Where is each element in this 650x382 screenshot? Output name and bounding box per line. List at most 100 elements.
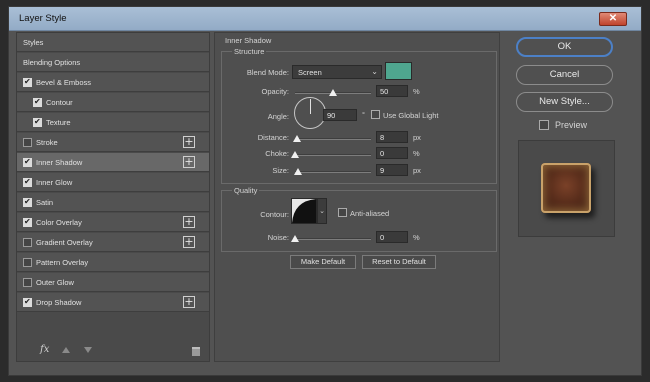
add-effect-plus-icon[interactable]: + bbox=[183, 136, 195, 148]
contour-picker[interactable] bbox=[291, 198, 317, 224]
distance-label: Distance: bbox=[257, 133, 289, 142]
size-slider-track[interactable] bbox=[295, 171, 371, 173]
sidebar-item-inner-shadow[interactable]: Inner Shadow + bbox=[17, 153, 209, 172]
blend-mode-value: Screen bbox=[298, 68, 322, 77]
close-button[interactable]: ✕ bbox=[599, 12, 627, 26]
shadow-color-swatch[interactable] bbox=[385, 62, 412, 80]
add-effect-plus-icon[interactable]: + bbox=[183, 216, 195, 228]
cancel-button[interactable]: Cancel bbox=[516, 65, 613, 85]
reset-to-default-button[interactable]: Reset to Default bbox=[362, 255, 436, 269]
sidebar-item-contour[interactable]: Contour bbox=[17, 93, 209, 112]
blend-mode-select[interactable]: Screen ⌄ bbox=[292, 65, 382, 79]
choke-input[interactable]: 0 bbox=[376, 147, 408, 159]
chevron-down-icon: ⌄ bbox=[371, 67, 378, 76]
choke-label: Choke: bbox=[265, 149, 289, 158]
sidebar-item-label: Contour bbox=[46, 98, 73, 107]
noise-label: Noise: bbox=[267, 233, 289, 242]
add-effect-plus-icon[interactable]: + bbox=[183, 156, 195, 168]
size-input[interactable]: 9 bbox=[376, 164, 408, 176]
sidebar-item-inner-glow[interactable]: Inner Glow bbox=[17, 173, 209, 192]
sidebar-item-checkbox[interactable] bbox=[23, 278, 32, 287]
sidebar-item-checkbox[interactable] bbox=[23, 197, 32, 207]
fx-icon[interactable]: fx bbox=[40, 344, 49, 355]
sidebar-item-checkbox[interactable] bbox=[23, 177, 32, 187]
sidebar-item-label: Drop Shadow bbox=[36, 298, 82, 307]
sidebar-item-checkbox[interactable] bbox=[33, 97, 42, 107]
sidebar-item-label: Inner Shadow bbox=[36, 158, 83, 167]
angle-label: Angle: bbox=[267, 112, 289, 121]
preview-label[interactable]: Preview bbox=[555, 120, 587, 130]
sidebar-item-stroke[interactable]: Stroke + bbox=[17, 133, 209, 152]
distance-slider-thumb[interactable] bbox=[293, 135, 302, 142]
new-style-button[interactable]: New Style... bbox=[516, 92, 613, 112]
add-effect-plus-icon[interactable]: + bbox=[183, 236, 195, 248]
size-unit: px bbox=[413, 166, 421, 175]
sidebar-item-checkbox[interactable] bbox=[33, 117, 42, 127]
size-value: 9 bbox=[380, 166, 385, 175]
chevron-down-icon: ⌄ bbox=[319, 207, 325, 215]
sidebar-item-texture[interactable]: Texture bbox=[17, 113, 209, 132]
sidebar-item-bevel-emboss[interactable]: Bevel & Emboss bbox=[17, 73, 209, 92]
sidebar-item-color-overlay[interactable]: Color Overlay + bbox=[17, 213, 209, 232]
noise-value: 0 bbox=[380, 233, 385, 242]
contour-label: Contour: bbox=[260, 210, 289, 219]
anti-aliased-checkbox[interactable] bbox=[338, 208, 347, 217]
sidebar-item-styles[interactable]: Styles bbox=[17, 33, 209, 52]
move-down-icon[interactable] bbox=[84, 347, 92, 353]
distance-slider-track[interactable] bbox=[295, 138, 371, 140]
angle-unit: ° bbox=[362, 110, 365, 119]
sidebar-item-label: Blending Options bbox=[23, 58, 81, 67]
contour-dropdown[interactable]: ⌄ bbox=[317, 198, 327, 224]
sidebar-item-checkbox[interactable] bbox=[23, 217, 32, 227]
distance-unit: px bbox=[413, 133, 421, 142]
sidebar-item-outer-glow[interactable]: Outer Glow bbox=[17, 273, 209, 292]
structure-title: Structure bbox=[232, 47, 267, 56]
noise-slider-thumb[interactable] bbox=[291, 235, 299, 242]
sidebar-item-label: Pattern Overlay bbox=[36, 258, 89, 267]
trash-icon[interactable] bbox=[192, 347, 200, 356]
sidebar-item-label: Texture bbox=[46, 118, 71, 127]
sidebar-item-checkbox[interactable] bbox=[23, 157, 32, 167]
preview-checkbox[interactable] bbox=[539, 120, 549, 130]
distance-input[interactable]: 8 bbox=[376, 131, 408, 143]
use-global-light-checkbox[interactable] bbox=[371, 110, 380, 119]
style-preview-thumbnail bbox=[518, 140, 615, 237]
sidebar-item-checkbox[interactable] bbox=[23, 297, 32, 307]
add-effect-plus-icon[interactable]: + bbox=[183, 296, 195, 308]
sidebar-item-satin[interactable]: Satin bbox=[17, 193, 209, 212]
sidebar-item-label: Color Overlay bbox=[36, 218, 82, 227]
sidebar-item-label: Bevel & Emboss bbox=[36, 78, 92, 87]
choke-slider-track[interactable] bbox=[295, 154, 371, 156]
title-bar[interactable]: Layer Style ✕ bbox=[9, 7, 641, 31]
move-up-icon[interactable] bbox=[62, 347, 70, 353]
anti-aliased-label[interactable]: Anti-aliased bbox=[350, 209, 389, 218]
sidebar-item-checkbox[interactable] bbox=[23, 258, 32, 267]
preview-swatch-image bbox=[541, 163, 591, 213]
sidebar-item-checkbox[interactable] bbox=[23, 77, 32, 87]
distance-value: 8 bbox=[380, 133, 385, 142]
angle-dial[interactable] bbox=[294, 97, 326, 129]
sidebar-item-label: Outer Glow bbox=[36, 278, 74, 287]
quality-group: Quality bbox=[221, 186, 497, 252]
opacity-slider-thumb[interactable] bbox=[329, 89, 337, 96]
choke-unit: % bbox=[413, 149, 420, 158]
angle-input[interactable]: 90 bbox=[323, 109, 357, 121]
choke-slider-thumb[interactable] bbox=[291, 151, 299, 158]
noise-input[interactable]: 0 bbox=[376, 231, 408, 243]
sidebar-item-gradient-overlay[interactable]: Gradient Overlay + bbox=[17, 233, 209, 252]
sidebar-item-drop-shadow[interactable]: Drop Shadow + bbox=[17, 293, 209, 312]
sidebar-item-blending-options[interactable]: Blending Options bbox=[17, 53, 209, 72]
blend-mode-label: Blend Mode: bbox=[246, 68, 289, 77]
use-global-light-label[interactable]: Use Global Light bbox=[383, 111, 438, 120]
sidebar-item-pattern-overlay[interactable]: Pattern Overlay bbox=[17, 253, 209, 272]
opacity-input[interactable]: 50 bbox=[376, 85, 408, 97]
sidebar-item-checkbox[interactable] bbox=[23, 138, 32, 147]
size-slider-thumb[interactable] bbox=[294, 168, 303, 175]
make-default-button[interactable]: Make Default bbox=[290, 255, 356, 269]
sidebar-item-label: Styles bbox=[23, 38, 44, 47]
ok-button[interactable]: OK bbox=[516, 37, 613, 57]
section-title: Inner Shadow bbox=[225, 36, 272, 45]
sidebar-item-label: Gradient Overlay bbox=[36, 238, 93, 247]
noise-slider-track[interactable] bbox=[295, 238, 371, 240]
sidebar-item-checkbox[interactable] bbox=[23, 238, 32, 247]
